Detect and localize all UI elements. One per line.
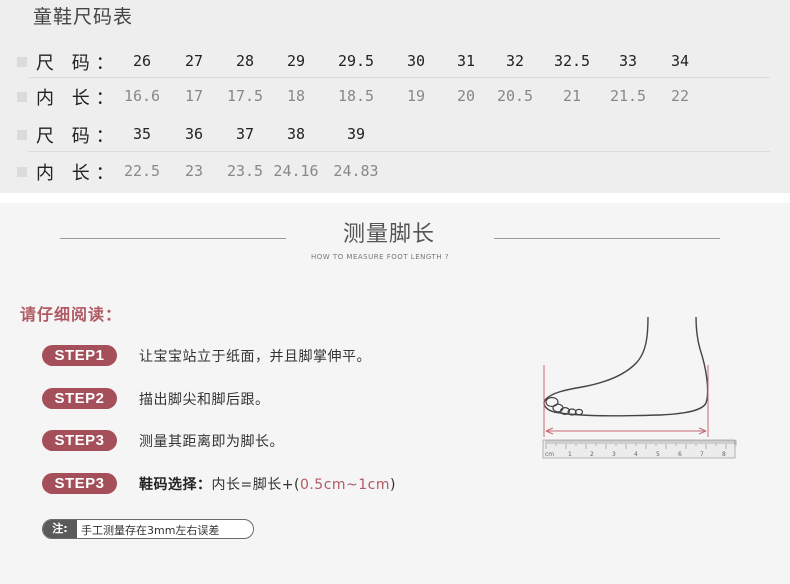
size-value: 37 — [235, 125, 255, 143]
measure-title: 测量脚长 — [343, 222, 436, 247]
size-value: 35 — [132, 125, 152, 143]
inner-length-value: 18 — [286, 87, 306, 105]
row-label: 内 长： — [36, 88, 120, 109]
row-label: 尺 码： — [36, 53, 120, 74]
row-label: 尺 码： — [36, 126, 120, 147]
size-formula-range: 0.5cm~1cm — [299, 477, 391, 493]
size-row: 尺 码： 35 36 37 38 39 — [0, 121, 790, 151]
step-badge: STEP3 — [42, 473, 117, 494]
ruler-number: 2 — [590, 451, 594, 458]
size-formula-end: ) — [390, 477, 396, 493]
heading-rule-left — [60, 238, 286, 239]
step-item: STEP3 鞋码选择：内长=脚长+(0.5cm~1cm) — [0, 473, 790, 495]
step-badge: STEP2 — [42, 388, 117, 409]
ruler-number: 6 — [678, 451, 682, 458]
size-value: 32 — [505, 52, 525, 70]
measure-subtitle: HOW TO MEASURE FOOT LENGTH ? — [311, 253, 450, 261]
inner-length-value: 19 — [406, 87, 426, 105]
inner-length-value: 16.6 — [123, 87, 161, 105]
size-choice-label: 鞋码选择： — [139, 477, 212, 493]
row-bullet — [17, 92, 27, 102]
ruler-icon: cm 1 2 3 4 5 6 7 8 — [542, 439, 737, 459]
size-value: 39 — [346, 125, 366, 143]
size-chart-panel: 童鞋尺码表 尺 码： 26 27 28 29 29.5 30 31 32 32.5 33 34 内 … — [0, 0, 790, 193]
inner-length-value: 23 — [184, 162, 204, 180]
inner-length-value: 21 — [562, 87, 582, 105]
row-divider — [28, 151, 770, 152]
read-carefully-title: 请仔细阅读： — [20, 305, 123, 324]
inner-length-value: 23.5 — [226, 162, 264, 180]
inner-length-value: 17.5 — [226, 87, 264, 105]
size-value: 27 — [184, 52, 204, 70]
row-bullet — [17, 57, 27, 67]
size-value: 38 — [286, 125, 306, 143]
size-row: 尺 码： 26 27 28 29 29.5 30 31 32 32.5 33 34 — [0, 48, 790, 78]
section-divider — [0, 193, 790, 203]
note-tag: 注: — [43, 520, 77, 538]
inner-length-value: 20.5 — [496, 87, 534, 105]
inner-length-value: 18.5 — [337, 87, 375, 105]
size-value: 29 — [286, 52, 306, 70]
ruler-number: 1 — [568, 451, 572, 458]
step-text: 测量其距离即为脚长。 — [139, 434, 284, 450]
measure-section: 测量脚长 HOW TO MEASURE FOOT LENGTH ? 请仔细阅读：… — [0, 203, 790, 584]
inner-length-row: 内 长： 16.6 17 17.5 18 18.5 19 20 20.5 21 21.5 22 — [0, 83, 790, 113]
note-badge: 注: 手工测量存在3mm左右误差 — [42, 519, 254, 539]
step-text: 鞋码选择：内长=脚长+(0.5cm~1cm) — [139, 474, 396, 494]
step-badge: STEP1 — [42, 345, 117, 366]
inner-length-value: 21.5 — [609, 87, 647, 105]
inner-length-value: 24.83 — [333, 162, 379, 180]
ruler-unit: cm — [545, 451, 554, 458]
size-chart-title: 童鞋尺码表 — [33, 6, 134, 28]
ruler-number: 5 — [656, 451, 660, 458]
row-bullet — [17, 167, 27, 177]
ruler-number: 4 — [634, 451, 638, 458]
ruler-number: 3 — [612, 451, 616, 458]
ruler-number: 7 — [700, 451, 704, 458]
foot-outline-icon — [543, 316, 709, 417]
step-text: 描出脚尖和脚后跟。 — [139, 392, 270, 408]
note-text: 手工测量存在3mm左右误差 — [81, 524, 220, 537]
inner-length-value: 24.16 — [273, 162, 319, 180]
row-divider — [28, 77, 770, 78]
size-value: 34 — [670, 52, 690, 70]
size-value: 29.5 — [337, 52, 375, 70]
inner-length-value: 17 — [184, 87, 204, 105]
size-value: 36 — [184, 125, 204, 143]
step-badge: STEP3 — [42, 430, 117, 451]
size-value: 26 — [132, 52, 152, 70]
step-text: 让宝宝站立于纸面，并且脚掌伸平。 — [139, 349, 371, 365]
inner-length-row: 内 长： 22.5 23 23.5 24.16 24.83 — [0, 158, 790, 188]
ruler-number: 8 — [722, 451, 726, 458]
inner-length-value: 22 — [670, 87, 690, 105]
size-value: 28 — [235, 52, 255, 70]
foot-measure-illustration: cm 1 2 3 4 5 6 7 8 — [542, 316, 737, 459]
size-value: 30 — [406, 52, 426, 70]
size-formula: 内长=脚长+( — [211, 477, 300, 493]
size-value: 31 — [456, 52, 476, 70]
size-value: 32.5 — [553, 52, 591, 70]
inner-length-value: 20 — [456, 87, 476, 105]
row-bullet — [17, 130, 27, 140]
heading-rule-right — [494, 238, 720, 239]
size-value: 33 — [618, 52, 638, 70]
row-label: 内 长： — [36, 163, 120, 184]
length-arrow-icon — [543, 365, 709, 437]
inner-length-value: 22.5 — [123, 162, 161, 180]
